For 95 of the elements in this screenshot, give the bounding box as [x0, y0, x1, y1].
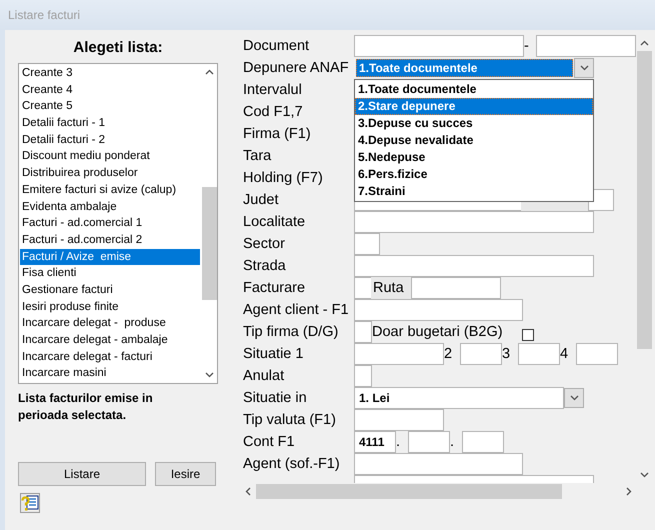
field-label: Agent (sof.-F1): [242, 455, 341, 474]
field-label: Holding (F7): [242, 169, 324, 188]
input-field[interactable]: [462, 431, 504, 453]
input-field[interactable]: [408, 431, 450, 453]
input-field[interactable]: [354, 321, 372, 343]
list-description: Lista facturilor emise in perioada selectata.: [18, 390, 154, 424]
field-label: Tip firma (D/G): [242, 323, 340, 342]
list-item[interactable]: Facturi - ad.comercial 2: [20, 232, 200, 249]
dropdown-option[interactable]: 2.Stare depunere: [355, 98, 593, 115]
field-label: Anulat: [242, 367, 286, 386]
field-label: Strada: [242, 257, 287, 276]
field-label: Document: [242, 37, 310, 56]
dropdown-button[interactable]: [574, 58, 594, 78]
input-field[interactable]: [411, 277, 501, 299]
dropdown-option[interactable]: 7.Straini: [355, 183, 593, 200]
input-field[interactable]: [354, 409, 444, 431]
list-item[interactable]: Facturi / Avize emise: [20, 248, 200, 266]
dropdown-field[interactable]: 1.Toate documentele: [356, 59, 573, 77]
scroll-down-icon: [640, 472, 649, 478]
dropdown-option[interactable]: 3.Depuse cu succes: [355, 115, 593, 132]
list-item[interactable]: Detalii facturi - 1: [20, 115, 200, 132]
field-label: Sector: [242, 235, 286, 254]
input-field[interactable]: [518, 343, 560, 365]
scroll-right-icon: [626, 486, 632, 496]
scroll-left-icon: [245, 486, 251, 496]
list-item[interactable]: Discount mediu ponderat: [20, 148, 200, 166]
field-label: Firma (F1): [242, 125, 312, 144]
input-field[interactable]: [536, 35, 636, 57]
input-field[interactable]: [354, 35, 524, 57]
input-field[interactable]: [354, 343, 444, 365]
scroll-up-icon: [204, 69, 214, 75]
checkbox[interactable]: [522, 329, 534, 341]
chevron-down-icon: [570, 395, 578, 401]
list-item[interactable]: Incarcare delegat - ambalaje: [20, 332, 200, 349]
field-label: Doar bugetari (B2G): [371, 323, 504, 342]
dropdown-option[interactable]: 5.Nedepuse: [355, 149, 593, 166]
field-label: .: [395, 433, 402, 452]
dropdown-option[interactable]: 1.Toate documentele: [355, 81, 593, 98]
list-item[interactable]: Incarcare delegat - produse: [20, 315, 200, 332]
list-item[interactable]: Creante 5: [20, 98, 200, 116]
field-label: 2: [443, 345, 454, 364]
field-label: Tip valuta (F1): [242, 411, 337, 430]
input-field[interactable]: [460, 343, 502, 365]
help-icon[interactable]: [20, 493, 40, 513]
field-label: Localitate: [242, 213, 306, 232]
dropdown-option[interactable]: 4.Depuse nevalidate: [355, 132, 593, 149]
scroll-down-icon: [204, 372, 214, 378]
list-title: Alegeti lista:: [72, 39, 164, 58]
input-field[interactable]: [354, 365, 372, 387]
input-field[interactable]: [576, 343, 618, 365]
field-label: Facturare: [242, 279, 306, 298]
field-label: Cod F1,7: [242, 103, 304, 122]
field-label: Situatie in: [242, 389, 308, 408]
list-item[interactable]: Creante 4: [20, 82, 200, 98]
list-item[interactable]: Detalii facturi - 2: [20, 132, 200, 148]
input-field[interactable]: [354, 299, 523, 321]
list-item[interactable]: Creante 3: [20, 65, 200, 82]
field-label: Cont F1: [242, 433, 296, 452]
list-item[interactable]: Fisa clienti: [20, 265, 200, 282]
list-item[interactable]: Emitere facturi si avize (calup): [20, 182, 200, 198]
list-item[interactable]: Gestionare facturi: [20, 282, 200, 299]
listare-button[interactable]: Listare: [18, 462, 146, 486]
field-label: -: [523, 37, 530, 56]
field-label: Depunere ANAF: [242, 59, 350, 78]
field-label: Intervalul: [242, 81, 303, 100]
input-field[interactable]: [354, 453, 523, 475]
scroll-up-icon: [640, 40, 649, 46]
field-label: Judet: [242, 191, 280, 210]
list-item[interactable]: Evidenta ambalaje: [20, 198, 200, 216]
field-label: Ruta: [371, 277, 411, 299]
input-field[interactable]: [354, 233, 380, 255]
window-title: Listare facturi: [8, 8, 80, 22]
field-label: 4: [559, 345, 570, 364]
field-label: 3: [501, 345, 512, 364]
field-label: Agent client - F1: [242, 301, 350, 320]
input-field[interactable]: [354, 277, 372, 299]
list-item[interactable]: Distribuirea produselor: [20, 165, 200, 182]
input-field[interactable]: [354, 255, 594, 277]
dropdown-button[interactable]: [564, 388, 584, 408]
list-item[interactable]: Incarcare masini: [20, 365, 200, 382]
chevron-down-icon: [580, 65, 588, 71]
field-label: Situatie 1: [242, 345, 304, 364]
dropdown-field[interactable]: 1. Lei: [354, 387, 564, 409]
input-field[interactable]: [354, 211, 594, 233]
input-field[interactable]: 4111: [354, 431, 396, 453]
list-item[interactable]: Facturi - ad.comercial 1: [20, 215, 200, 232]
scrollbar-thumb[interactable]: [202, 187, 216, 300]
list-item[interactable]: Incarcare delegat - facturi: [20, 348, 200, 366]
scrollbar-thumb[interactable]: [256, 484, 562, 498]
exit-button[interactable]: Iesire: [155, 462, 216, 486]
field-label: .: [449, 433, 456, 452]
list-item[interactable]: Iesiri produse finite: [20, 298, 200, 316]
field-label: Tara: [242, 147, 272, 166]
scrollbar-thumb[interactable]: [637, 51, 652, 349]
dropdown-option[interactable]: 6.Pers.fizice: [355, 166, 593, 183]
